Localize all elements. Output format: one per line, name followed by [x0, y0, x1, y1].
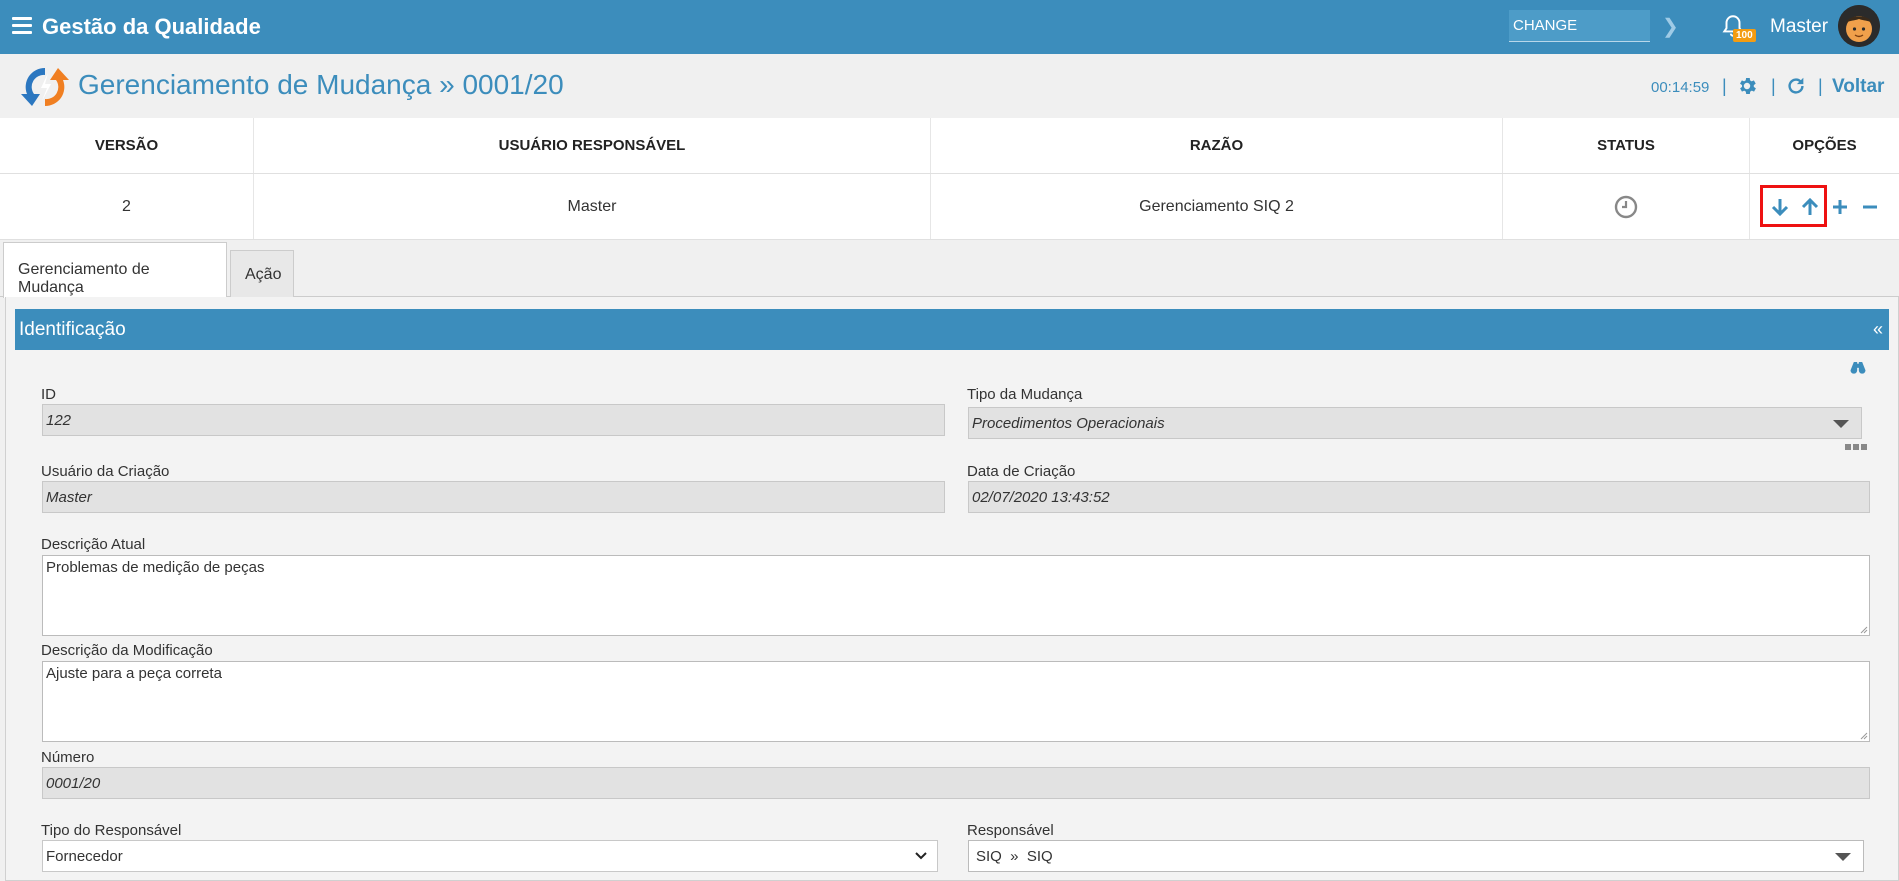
descricao-atual-label: Descrição Atual [41, 536, 146, 553]
change-management-logo [21, 67, 69, 107]
refresh-icon[interactable] [1785, 75, 1807, 97]
table-row: 2 Master Gerenciamento SIQ 2 [0, 174, 1899, 240]
cell-opcoes [1750, 174, 1899, 239]
data-criacao-label: Data de Criação [967, 463, 1076, 480]
section-title: Identificação [19, 319, 126, 340]
tipo-mudanca-label: Tipo da Mudança [967, 386, 1083, 403]
top-navbar: Gestão da Qualidade ❯ 100 Master [0, 0, 1899, 54]
cell-status [1503, 174, 1750, 239]
responsavel-value: SIQ » SIQ [976, 848, 1053, 865]
caret-down-icon [1835, 853, 1851, 861]
tipo-mudanca-select[interactable]: Procedimentos Operacionais [968, 407, 1862, 439]
tab-gerenciamento-de-mudanca[interactable]: Gerenciamento de Mudança [3, 242, 227, 298]
more-options-icon[interactable] [1845, 443, 1867, 451]
tab-acao[interactable]: Ação [230, 250, 294, 297]
tipo-responsavel-label: Tipo do Responsável [41, 822, 182, 839]
id-label: ID [41, 386, 56, 403]
responsavel-select[interactable]: SIQ » SIQ [968, 840, 1864, 872]
usuario-criacao-label: Usuário da Criação [41, 463, 170, 480]
section-header-identificacao[interactable]: Identificação « [15, 309, 1889, 350]
avatar[interactable] [1838, 5, 1880, 47]
tipo-responsavel-value: Fornecedor [46, 848, 123, 865]
highlight-annotation [1759, 184, 1827, 227]
table-header-row: VERSÃO USUÁRIO RESPONSÁVEL RAZÃO STATUS … [0, 118, 1899, 174]
tab-panel: Identificação « ID 122 Tipo da Mudança P… [5, 297, 1899, 881]
separator: | [1722, 76, 1727, 96]
session-timer: 00:14:59 [1651, 79, 1710, 96]
search-input[interactable] [1509, 10, 1650, 42]
resize-handle-icon[interactable] [1858, 730, 1868, 740]
cell-razao: Gerenciamento SIQ 2 [931, 174, 1503, 239]
id-field[interactable]: 122 [42, 404, 945, 436]
column-header-razao: RAZÃO [931, 118, 1503, 173]
resize-handle-icon[interactable] [1858, 624, 1868, 634]
cell-versao: 2 [0, 174, 254, 239]
options-group [1759, 184, 1882, 227]
page-header: Gerenciamento de Mudança » 0001/20 00:14… [0, 54, 1899, 118]
separator: | [1818, 76, 1823, 96]
usuario-criacao-field[interactable]: Master [42, 481, 945, 513]
version-table: VERSÃO USUÁRIO RESPONSÁVEL RAZÃO STATUS … [0, 118, 1899, 240]
responsavel-label: Responsável [967, 822, 1054, 839]
user-name[interactable]: Master [1770, 16, 1828, 38]
numero-label: Número [41, 749, 95, 766]
data-criacao-field[interactable]: 02/07/2020 13:43:52 [968, 481, 1870, 513]
tipo-mudanca-value: Procedimentos Operacionais [972, 415, 1165, 432]
column-header-usuario: USUÁRIO RESPONSÁVEL [254, 118, 931, 173]
gear-icon[interactable] [1736, 75, 1758, 97]
descricao-atual-textarea[interactable]: Problemas de medição de peças [42, 555, 1870, 636]
descricao-atual-value: Problemas de medição de peças [46, 559, 265, 576]
minus-icon[interactable] [1858, 195, 1882, 219]
descricao-modificacao-value: Ajuste para a peça correta [46, 665, 222, 682]
plus-icon[interactable] [1828, 195, 1852, 219]
menu-icon[interactable] [12, 17, 32, 35]
back-link[interactable]: Voltar [1832, 76, 1884, 98]
clock-icon [1614, 195, 1638, 218]
descricao-modificacao-label: Descrição da Modificação [41, 642, 213, 659]
numero-field[interactable]: 0001/20 [42, 767, 1870, 799]
separator: | [1771, 76, 1776, 96]
chevron-right-icon[interactable]: ❯ [1662, 14, 1679, 39]
tipo-responsavel-select[interactable]: Fornecedor [42, 840, 938, 872]
column-header-opcoes: OPÇÕES [1792, 137, 1857, 154]
cell-usuario: Master [254, 174, 931, 239]
binoculars-icon[interactable] [1848, 357, 1868, 377]
column-header-status: STATUS [1503, 118, 1750, 173]
tab-bar: Gerenciamento de Mudança Ação [0, 242, 1899, 298]
chevron-down-icon [915, 852, 927, 860]
collapse-icon[interactable]: « [1873, 319, 1883, 340]
caret-down-icon [1833, 420, 1849, 428]
page-title: Gerenciamento de Mudança » 0001/20 [78, 69, 564, 100]
notification-badge: 100 [1733, 29, 1756, 42]
app-title: Gestão da Qualidade [42, 14, 261, 39]
column-header-versao: VERSÃO [0, 118, 254, 173]
descricao-modificacao-textarea[interactable]: Ajuste para a peça correta [42, 661, 1870, 742]
